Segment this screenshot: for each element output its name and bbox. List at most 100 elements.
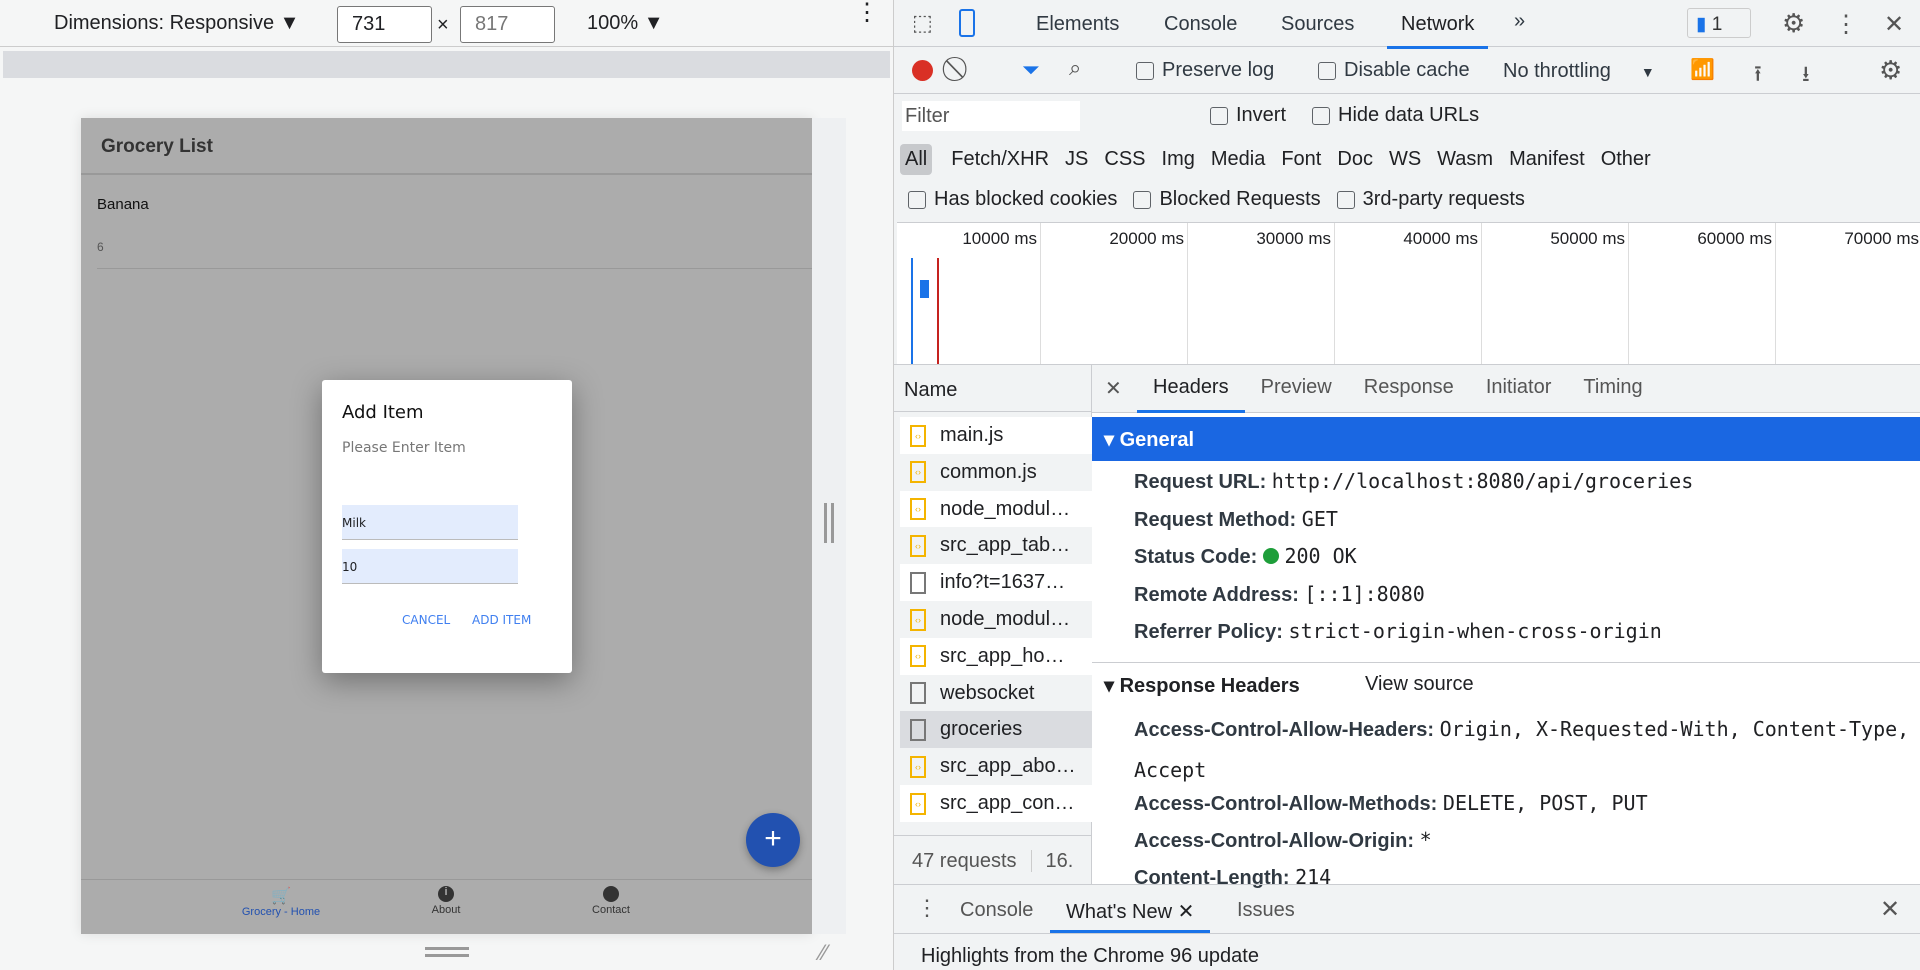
more-tabs-icon[interactable]: » xyxy=(1514,10,1525,33)
add-item-dialog: Add Item Please Enter Item Milk 10 CANCE… xyxy=(322,380,572,673)
type-filter-media[interactable]: Media xyxy=(1206,144,1270,175)
item-qty: 6 xyxy=(97,240,104,254)
network-conditions-icon[interactable]: 📶 xyxy=(1690,57,1715,82)
request-row[interactable]: websocket xyxy=(900,674,1092,712)
dom-content-loaded-marker xyxy=(911,258,913,365)
type-filter-all[interactable]: All xyxy=(900,143,933,175)
timeline-gridline xyxy=(1775,223,1776,365)
request-name: websocket xyxy=(940,681,1035,704)
more-options-icon[interactable]: ⋮ xyxy=(855,1,879,25)
info-icon: i xyxy=(438,886,454,902)
nav-about[interactable]: i About xyxy=(396,886,496,916)
third-party-requests-checkbox[interactable]: 3rd-party requests xyxy=(1336,188,1525,211)
resource-type-filters: All Fetch/XHR JS CSS Img Media Font Doc WS Wasm Ma… xyxy=(900,141,1662,177)
summary-bar: 47 requests 16. xyxy=(894,835,1092,885)
request-row[interactable]: ‹› src_app_tab… xyxy=(900,527,1092,565)
name-column-header[interactable]: Name xyxy=(904,379,957,402)
viewport-resize-bottom[interactable] xyxy=(425,947,469,957)
viewport-resize-corner[interactable]: ⁄⁄ xyxy=(820,940,827,966)
preserve-log-checkbox[interactable]: Preserve log xyxy=(1136,59,1274,82)
drawer-tab-issues[interactable]: Issues xyxy=(1237,899,1295,922)
device-toggle-icon[interactable] xyxy=(959,9,975,37)
dimensions-dropdown[interactable]: Dimensions: Responsive ▼ xyxy=(54,12,299,35)
timeline-tick-label: 40000 ms xyxy=(1403,229,1478,248)
type-filter-ws[interactable]: WS xyxy=(1384,144,1426,175)
disable-cache-checkbox[interactable]: Disable cache xyxy=(1318,59,1470,82)
network-overview-timeline[interactable]: 10000 ms 20000 ms 30000 ms 40000 ms 50000 ms… xyxy=(897,222,1920,365)
media-query-bar[interactable] xyxy=(3,51,890,78)
request-row[interactable]: ‹› src_app_ho… xyxy=(900,637,1092,675)
type-filter-manifest[interactable]: Manifest xyxy=(1504,144,1590,175)
zoom-dropdown[interactable]: 100% ▼ xyxy=(587,12,664,35)
request-name: groceries xyxy=(940,718,1023,741)
export-har-icon[interactable]: ⭳ xyxy=(1802,57,1810,95)
settings-icon[interactable]: ⚙ xyxy=(1782,8,1805,39)
type-filter-wasm[interactable]: Wasm xyxy=(1432,144,1498,175)
type-filter-css[interactable]: CSS xyxy=(1099,144,1150,175)
drawer-tab-console[interactable]: Console xyxy=(960,899,1033,922)
request-row[interactable]: ‹› src_app_abo… xyxy=(900,748,1092,786)
type-filter-font[interactable]: Font xyxy=(1276,144,1326,175)
detail-tab-timing[interactable]: Timing xyxy=(1567,365,1658,413)
more-icon[interactable]: ⋮ xyxy=(1834,10,1858,39)
filter-icon[interactable]: ⏷ xyxy=(1022,57,1040,83)
type-filter-doc[interactable]: Doc xyxy=(1332,144,1378,175)
request-row[interactable]: groceries xyxy=(900,711,1092,749)
inspect-element-icon[interactable]: ⬚ xyxy=(912,10,933,36)
record-icon[interactable] xyxy=(912,60,933,81)
script-icon: ‹› xyxy=(910,534,926,557)
import-har-icon[interactable]: ⭱ xyxy=(1754,57,1762,95)
request-row[interactable]: ‹› node_modul… xyxy=(900,601,1092,638)
hide-data-urls-checkbox[interactable]: Hide data URLs xyxy=(1312,104,1479,127)
load-marker xyxy=(937,258,939,365)
request-row[interactable]: ‹› src_app_con… xyxy=(900,785,1092,822)
script-icon: ‹› xyxy=(910,755,926,778)
dialog-subtitle: Please Enter Item xyxy=(342,440,466,456)
tab-elements[interactable]: Elements xyxy=(1036,13,1119,36)
request-name: src_app_con… xyxy=(940,792,1075,814)
drawer-menu-icon[interactable]: ⋮ xyxy=(916,895,938,921)
has-blocked-cookies-checkbox[interactable]: Has blocked cookies xyxy=(908,188,1117,211)
network-settings-icon[interactable]: ⚙ xyxy=(1879,55,1902,86)
invert-checkbox[interactable]: Invert xyxy=(1210,104,1286,127)
close-drawer-icon[interactable]: ✕ xyxy=(1880,895,1900,924)
item-name-input[interactable]: Milk xyxy=(342,505,518,540)
detail-tab-preview[interactable]: Preview xyxy=(1245,365,1348,413)
request-row[interactable]: ‹› node_modul… xyxy=(900,490,1092,528)
tab-network[interactable]: Network xyxy=(1387,13,1489,49)
view-source-link[interactable]: View source xyxy=(1365,673,1474,696)
general-section-header[interactable]: ▾ General xyxy=(1092,417,1920,461)
detail-tab-initiator[interactable]: Initiator xyxy=(1470,365,1568,413)
type-filter-img[interactable]: Img xyxy=(1157,144,1200,175)
type-filter-other[interactable]: Other xyxy=(1596,144,1656,175)
blocked-requests-checkbox[interactable]: Blocked Requests xyxy=(1133,188,1321,211)
request-row[interactable]: info?t=1637… xyxy=(900,564,1092,602)
type-filter-js[interactable]: JS xyxy=(1060,144,1093,175)
close-devtools-icon[interactable]: ✕ xyxy=(1884,10,1904,39)
tab-sources[interactable]: Sources xyxy=(1281,13,1354,36)
detail-tab-headers[interactable]: Headers xyxy=(1137,365,1245,413)
add-fab-button[interactable]: + xyxy=(746,813,800,867)
add-item-button[interactable]: ADD ITEM xyxy=(472,613,531,627)
tab-console[interactable]: Console xyxy=(1164,13,1237,36)
request-row[interactable]: ‹› common.js xyxy=(900,453,1092,491)
close-tab-icon[interactable]: ✕ xyxy=(1178,901,1195,923)
search-icon[interactable]: ⌕ xyxy=(1069,55,1081,81)
filter-input[interactable]: Filter xyxy=(902,101,1080,131)
cancel-button[interactable]: CANCEL xyxy=(402,613,450,627)
throttling-dropdown[interactable]: No throttling ▼ xyxy=(1503,60,1655,83)
item-qty-input[interactable]: 10 xyxy=(342,549,518,584)
close-detail-icon[interactable]: ✕ xyxy=(1105,376,1122,401)
nav-contact[interactable]: Contact xyxy=(561,886,661,916)
detail-tab-response[interactable]: Response xyxy=(1348,365,1470,413)
drawer-tab-whats-new[interactable]: What's New ✕ xyxy=(1050,885,1211,933)
type-filter-fetchxhr[interactable]: Fetch/XHR xyxy=(946,144,1054,175)
height-input[interactable]: 817 xyxy=(460,6,555,43)
request-row[interactable]: ‹› main.js xyxy=(900,417,1092,454)
response-headers-section-header[interactable]: ▾ Response Headers xyxy=(1104,673,1300,698)
width-input[interactable]: 731 xyxy=(337,6,432,43)
issues-badge[interactable]: ▮ 1 xyxy=(1687,8,1751,38)
viewport-resize-right[interactable] xyxy=(812,118,846,934)
nav-home[interactable]: 🛒 Grocery - Home xyxy=(231,886,331,918)
script-icon: ‹› xyxy=(910,608,926,631)
